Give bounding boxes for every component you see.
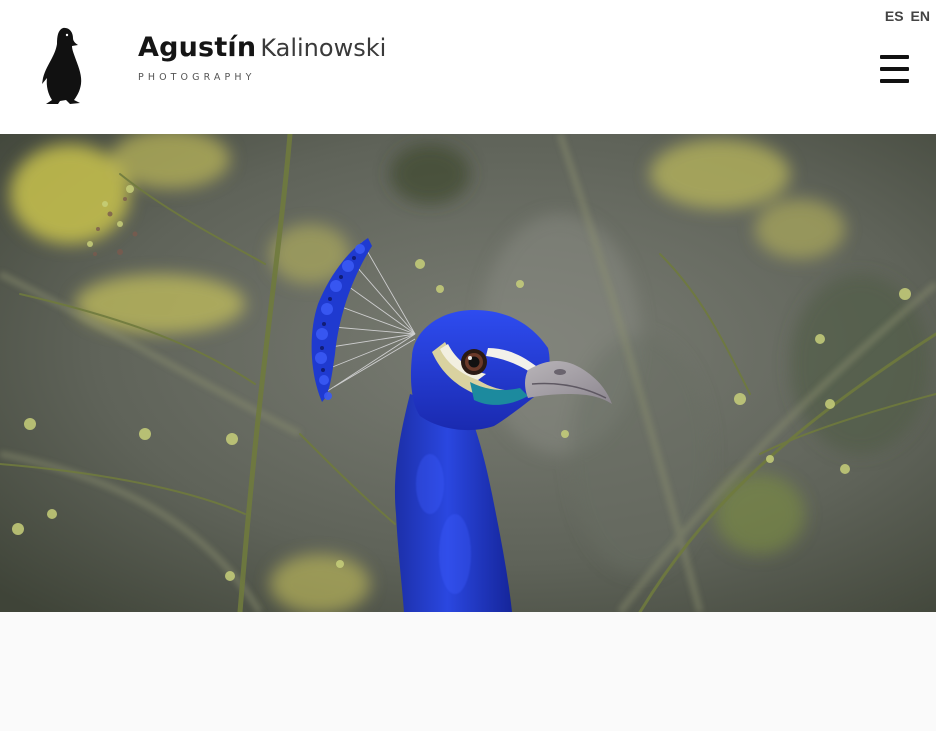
language-switcher: ES EN [885,8,930,24]
lang-option-en[interactable]: EN [911,8,930,24]
menu-button[interactable] [878,53,910,85]
page-content-area [0,612,936,731]
site-header: Agustín Kalinowski PHOTOGRAPHY ES EN [0,0,936,134]
peacock-photo [0,134,936,612]
penguin-icon [42,27,82,104]
brand-tagline: PHOTOGRAPHY [138,72,256,83]
brand-name[interactable]: Agustín Kalinowski [138,34,386,61]
brand-first-name: Agustín [138,32,257,63]
page: Agustín Kalinowski PHOTOGRAPHY ES EN [0,0,936,731]
brand: Agustín Kalinowski PHOTOGRAPHY [138,34,386,83]
hero-image [0,134,936,612]
brand-last-name: Kalinowski [260,34,387,62]
logo-link[interactable] [36,24,92,108]
lang-option-es[interactable]: ES [885,8,904,24]
